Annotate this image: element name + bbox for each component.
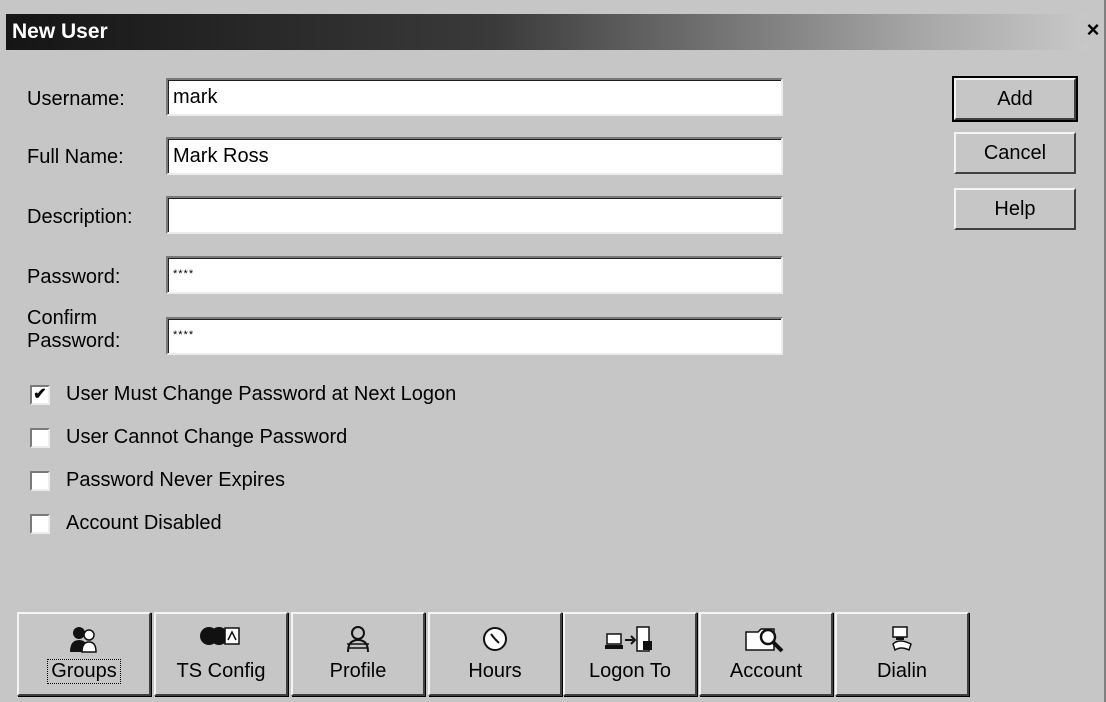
password-never-expires-checkbox[interactable] <box>30 471 50 491</box>
account-label: Account <box>729 660 803 682</box>
profile-label: Profile <box>329 660 387 682</box>
account-disabled-label: Account Disabled <box>66 512 222 534</box>
cannot-change-password-label: User Cannot Change Password <box>66 426 348 448</box>
must-change-password-checkbox[interactable]: ✔ <box>30 385 50 405</box>
ts-config-button[interactable]: TS Config <box>154 612 288 696</box>
description-field[interactable] <box>166 196 783 234</box>
dialin-button[interactable]: Dialin <box>835 612 969 696</box>
hours-button[interactable]: Hours <box>428 612 562 696</box>
username-label: Username: <box>27 88 125 110</box>
logon-to-button[interactable]: Logon To <box>563 612 697 696</box>
password-label: Password: <box>27 266 121 288</box>
logon-to-label: Logon To <box>589 660 671 682</box>
groups-icon <box>19 624 149 654</box>
title-bar[interactable]: New User <box>6 14 1088 50</box>
logon-to-icon <box>565 624 695 654</box>
account-disabled-checkbox[interactable] <box>30 514 50 534</box>
groups-label: Groups <box>47 659 121 684</box>
confirm-password-label-line1: Confirm <box>27 307 98 329</box>
new-user-dialog: New User × Username: Full Name: Descript… <box>0 0 1106 702</box>
window-title: New User <box>12 20 108 43</box>
profile-icon <box>293 624 423 654</box>
hours-icon <box>430 624 560 654</box>
groups-button[interactable]: Groups <box>17 612 151 696</box>
username-field[interactable] <box>166 78 783 116</box>
dialin-icon <box>837 624 967 654</box>
ts-config-icon <box>156 624 286 654</box>
account-icon <box>701 624 831 654</box>
password-field[interactable] <box>166 256 783 294</box>
add-button[interactable]: Add <box>952 76 1078 122</box>
fullname-field[interactable] <box>166 137 783 175</box>
help-button[interactable]: Help <box>954 188 1076 230</box>
ts-config-label: TS Config <box>176 660 266 682</box>
cancel-button[interactable]: Cancel <box>954 132 1076 174</box>
fullname-label: Full Name: <box>27 146 124 168</box>
password-never-expires-label: Password Never Expires <box>66 469 285 491</box>
cannot-change-password-checkbox[interactable] <box>30 428 50 448</box>
confirm-password-field[interactable] <box>166 317 783 355</box>
dialin-label: Dialin <box>876 660 928 682</box>
confirm-password-label-line2: Password: <box>27 330 121 352</box>
description-label: Description: <box>27 206 133 228</box>
profile-button[interactable]: Profile <box>291 612 425 696</box>
must-change-password-label: User Must Change Password at Next Logon <box>66 383 457 405</box>
hours-label: Hours <box>468 660 522 682</box>
account-button[interactable]: Account <box>699 612 833 696</box>
close-button[interactable]: × <box>1082 18 1104 42</box>
